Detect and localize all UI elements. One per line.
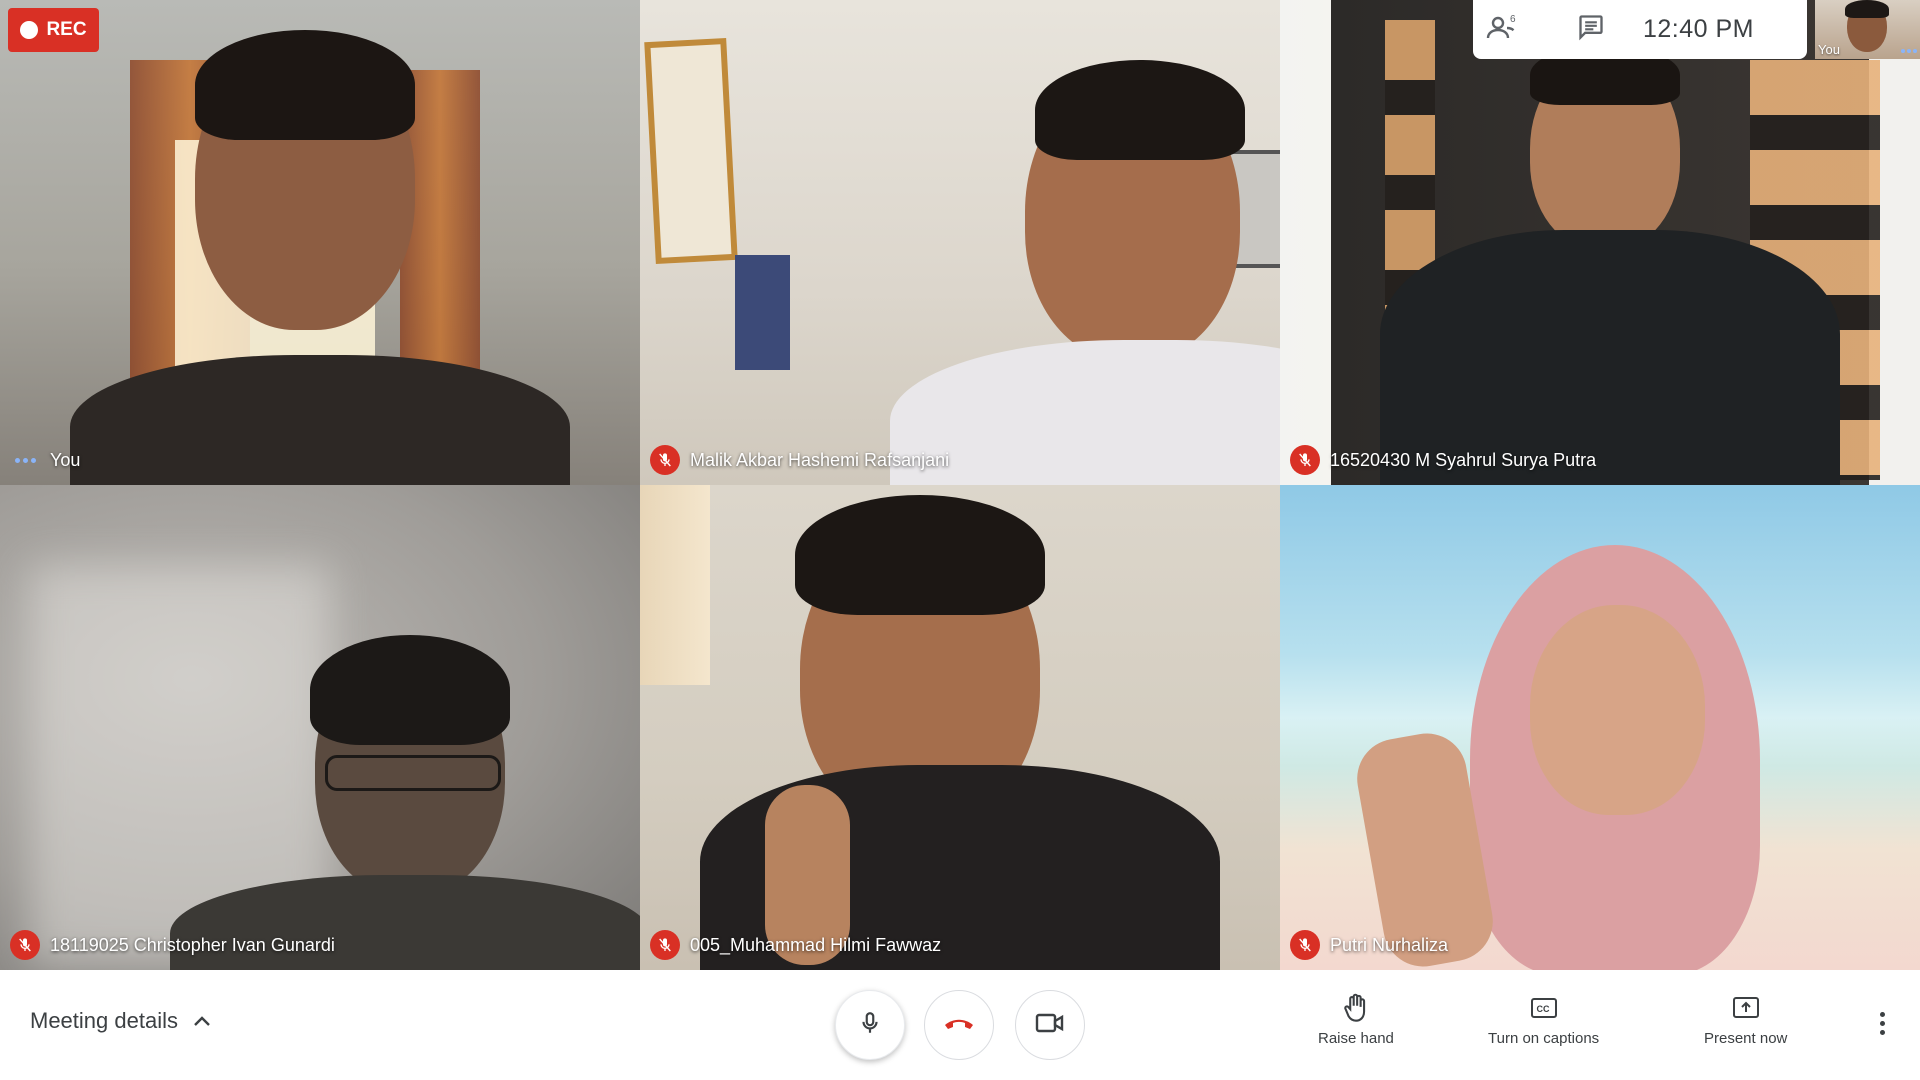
- participant-name-bar: You: [10, 445, 80, 475]
- more-options-button[interactable]: [1870, 1008, 1894, 1038]
- mic-off-icon: [650, 445, 680, 475]
- present-now-button[interactable]: Present now: [1704, 992, 1787, 1047]
- bottom-control-bar: Meeting details Raise hand CC Turn on ca…: [0, 970, 1920, 1080]
- svg-text:CC: CC: [1536, 1004, 1549, 1014]
- people-count: 6: [1510, 14, 1516, 25]
- participant-tile-hilmi[interactable]: 005_Muhammad Hilmi Fawwaz: [640, 485, 1280, 970]
- participant-name-bar: 005_Muhammad Hilmi Fawwaz: [650, 930, 941, 960]
- speaking-indicator-icon: [1901, 49, 1917, 53]
- camera-button[interactable]: [1015, 990, 1085, 1060]
- participant-name-bar: Putri Nurhaliza: [1290, 930, 1448, 960]
- participant-tile-christopher[interactable]: 18119025 Christopher Ivan Gunardi: [0, 485, 640, 970]
- participant-name-bar: Malik Akbar Hashemi Rafsanjani: [650, 445, 949, 475]
- participant-tile-malik[interactable]: Malik Akbar Hashemi Rafsanjani: [640, 0, 1280, 485]
- top-info-bar: 6 12:40 PM: [1473, 0, 1807, 59]
- participant-name: Malik Akbar Hashemi Rafsanjani: [690, 449, 950, 470]
- mic-off-icon: [10, 930, 40, 960]
- recording-label: REC: [46, 19, 87, 40]
- raise-hand-label: Raise hand: [1318, 1030, 1394, 1047]
- hand-icon: [1342, 992, 1370, 1024]
- mic-icon: [857, 1009, 883, 1042]
- self-view-label: You: [1818, 42, 1840, 57]
- video-feed: [640, 0, 1280, 485]
- present-now-label: Present now: [1704, 1030, 1788, 1047]
- mic-off-icon: [650, 930, 680, 960]
- hang-up-icon: [942, 1013, 976, 1038]
- captions-icon: CC: [1530, 992, 1558, 1024]
- mic-off-icon: [1290, 930, 1320, 960]
- captions-button[interactable]: CC Turn on captions: [1488, 992, 1599, 1047]
- meeting-details-button[interactable]: Meeting details: [30, 1008, 212, 1034]
- recording-badge: REC: [8, 8, 99, 52]
- chevron-up-icon: [192, 1008, 212, 1034]
- participant-name: 005_Muhammad Hilmi Fawwaz: [690, 934, 942, 955]
- people-icon: 6: [1486, 12, 1520, 47]
- meeting-details-label: Meeting details: [30, 1008, 178, 1033]
- participant-tile-putri[interactable]: Putri Nurhaliza: [1280, 485, 1920, 970]
- video-feed: [1280, 485, 1920, 970]
- video-feed: [1280, 0, 1920, 485]
- more-vert-icon: [1879, 1011, 1885, 1035]
- video-feed: [0, 485, 640, 970]
- mic-off-icon: [1290, 445, 1320, 475]
- record-dot-icon: [20, 21, 39, 39]
- participant-tile-you[interactable]: You: [0, 0, 640, 485]
- leave-call-button[interactable]: [924, 990, 994, 1060]
- participant-tile-syahrul[interactable]: 16520430 M Syahrul Surya Putra: [1280, 0, 1920, 485]
- chat-button[interactable]: [1561, 0, 1621, 59]
- participant-name: You: [50, 449, 81, 470]
- captions-label: Turn on captions: [1488, 1030, 1600, 1047]
- present-icon: [1732, 992, 1760, 1024]
- participant-name: 16520430 M Syahrul Surya Putra: [1330, 449, 1597, 470]
- participant-name: Putri Nurhaliza: [1330, 934, 1449, 955]
- participant-name-bar: 16520430 M Syahrul Surya Putra: [1290, 445, 1596, 475]
- chat-icon: [1577, 13, 1605, 46]
- participant-name: 18119025 Christopher Ivan Gunardi: [50, 934, 335, 955]
- video-grid: You Malik Akbar Hashemi Rafsanjani 16520…: [0, 0, 1920, 970]
- people-button[interactable]: 6: [1473, 0, 1533, 59]
- raise-hand-button[interactable]: Raise hand: [1318, 992, 1394, 1047]
- clock-time: 12:40 PM: [1643, 15, 1755, 43]
- video-feed: [0, 0, 640, 485]
- camera-icon: [1035, 1012, 1065, 1039]
- participant-name-bar: 18119025 Christopher Ivan Gunardi: [10, 930, 335, 960]
- self-view-thumbnail[interactable]: You: [1815, 0, 1920, 59]
- video-feed: [640, 485, 1280, 970]
- microphone-button[interactable]: [835, 990, 905, 1060]
- speaking-indicator-icon: [10, 445, 40, 475]
